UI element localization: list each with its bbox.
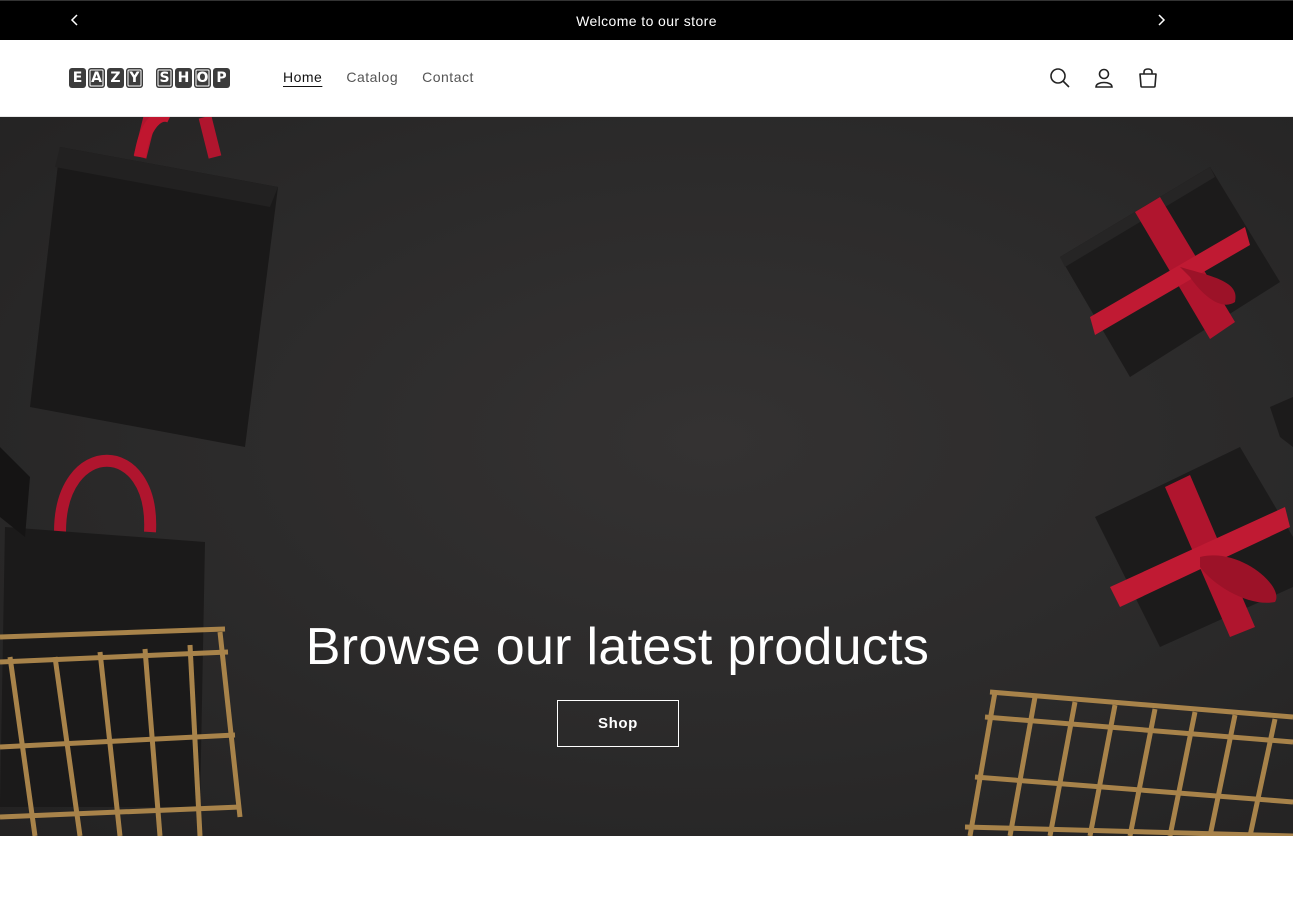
shop-button[interactable]: Shop (557, 700, 679, 747)
logo-letter: Z (107, 68, 124, 88)
nav-catalog[interactable]: Catalog (346, 69, 398, 85)
announcement-bar: Welcome to our store (0, 0, 1293, 40)
gift-box-image (1060, 167, 1280, 377)
main-nav: Home Catalog Contact (283, 69, 474, 85)
chevron-right-icon[interactable] (1150, 9, 1172, 31)
logo-letter: P (213, 68, 230, 88)
search-icon[interactable] (1048, 64, 1072, 92)
cart-icon[interactable] (1136, 64, 1160, 92)
logo-letter: Y (126, 68, 143, 88)
logo-letter: H (175, 68, 192, 88)
site-header: E A Z Y S H O P Home Catalog Contact (0, 40, 1293, 117)
page-content-area (0, 836, 1293, 916)
announcement-text: Welcome to our store (576, 12, 717, 29)
nav-home[interactable]: Home (283, 69, 322, 85)
chevron-left-icon[interactable] (64, 9, 86, 31)
shopping-basket-image (964, 689, 1293, 836)
logo-letter: E (69, 68, 86, 88)
shopping-bag-image (30, 117, 278, 447)
hero-banner: Browse our latest products Shop (0, 117, 1293, 836)
gift-box-image (1095, 397, 1293, 647)
logo-letter: S (156, 68, 173, 88)
account-icon[interactable] (1092, 64, 1116, 92)
hero-title: Browse our latest products (305, 618, 930, 676)
header-icons (1048, 64, 1160, 92)
store-logo[interactable]: E A Z Y S H O P (69, 68, 230, 88)
logo-letter: O (194, 68, 211, 88)
logo-letter: A (88, 68, 105, 88)
nav-contact[interactable]: Contact (422, 69, 474, 85)
